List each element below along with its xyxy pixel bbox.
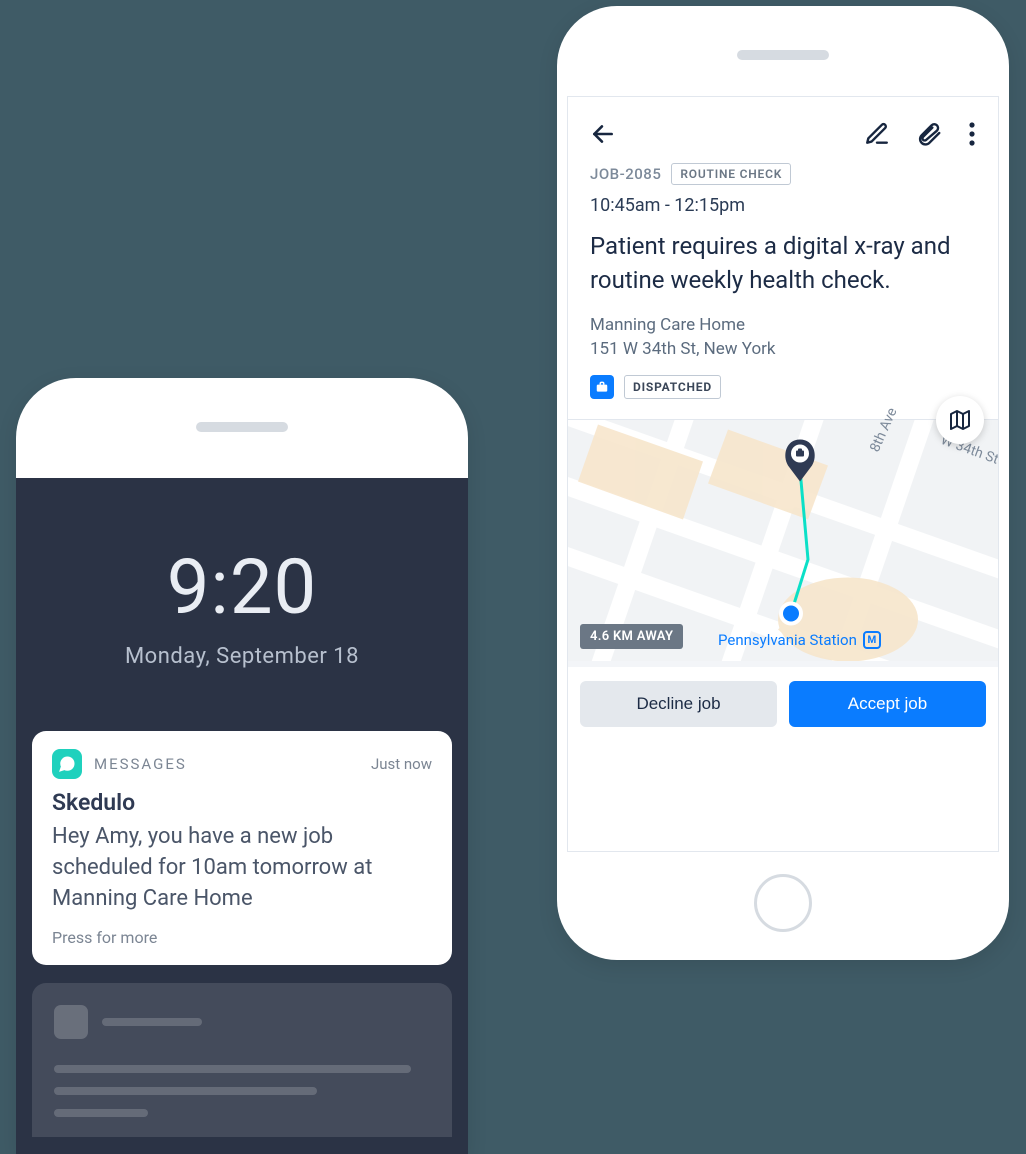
job-time-range: 10:45am - 12:15pm: [590, 195, 976, 216]
notification-card[interactable]: MESSAGES Just now Skedulo Hey Amy, you h…: [32, 731, 452, 965]
action-bar: Decline job Accept job: [568, 661, 998, 739]
notification-card-placeholder: [32, 983, 452, 1137]
home-button[interactable]: [754, 874, 812, 932]
phone-lockscreen: 9:20 Monday, September 18 MESSAGES Just …: [16, 378, 468, 1154]
placeholder-line: [54, 1109, 148, 1117]
back-button[interactable]: [590, 121, 616, 147]
more-menu-icon[interactable]: [968, 121, 976, 147]
transit-icon: M: [863, 631, 881, 649]
job-location-address: 151 W 34th St, New York: [590, 339, 976, 359]
map-poi-label[interactable]: Pennsylvania Station M: [718, 631, 881, 649]
job-detail-screen: JOB-2085 ROUTINE CHECK 10:45am - 12:15pm…: [567, 96, 999, 852]
job-id: JOB-2085: [590, 165, 661, 183]
lockscreen: 9:20 Monday, September 18 MESSAGES Just …: [16, 478, 468, 1154]
placeholder-line: [102, 1018, 202, 1026]
decline-job-button[interactable]: Decline job: [580, 681, 777, 727]
notification-app-row: MESSAGES: [52, 749, 187, 779]
job-meta: JOB-2085 ROUTINE CHECK 10:45am - 12:15pm…: [568, 157, 998, 419]
notification-header: MESSAGES Just now: [52, 749, 432, 779]
notification-title: Skedulo: [52, 789, 432, 816]
speaker-pill: [737, 50, 829, 60]
messages-app-icon: [52, 749, 82, 779]
briefcase-icon: [590, 375, 614, 399]
lock-time: 9:20: [16, 542, 468, 632]
accept-job-button[interactable]: Accept job: [789, 681, 986, 727]
placeholder-line: [54, 1065, 411, 1073]
job-description: Patient requires a digital x-ray and rou…: [590, 230, 976, 297]
expand-map-button[interactable]: [936, 396, 984, 444]
map[interactable]: 8th Ave W 34th St 4.6 KM AWAY Pennsylvan…: [568, 419, 998, 661]
notification-app-label: MESSAGES: [94, 755, 187, 773]
job-status-tag: DISPATCHED: [624, 375, 721, 399]
attachment-icon[interactable]: [916, 121, 942, 147]
distance-badge: 4.6 KM AWAY: [580, 624, 683, 649]
topbar: [568, 97, 998, 157]
edit-icon[interactable]: [864, 121, 890, 147]
speaker-pill: [196, 422, 288, 432]
lock-date: Monday, September 18: [16, 644, 468, 669]
notification-press-for-more: Press for more: [52, 928, 432, 947]
phone-job-detail: JOB-2085 ROUTINE CHECK 10:45am - 12:15pm…: [557, 6, 1009, 960]
notification-timestamp: Just now: [371, 755, 432, 773]
job-type-tag: ROUTINE CHECK: [671, 163, 791, 185]
notification-body: Hey Amy, you have a new job scheduled fo…: [52, 822, 432, 914]
placeholder-icon: [54, 1005, 88, 1039]
job-location-name: Manning Care Home: [590, 315, 976, 335]
map-poi-text: Pennsylvania Station: [718, 631, 857, 649]
placeholder-line: [54, 1087, 317, 1095]
